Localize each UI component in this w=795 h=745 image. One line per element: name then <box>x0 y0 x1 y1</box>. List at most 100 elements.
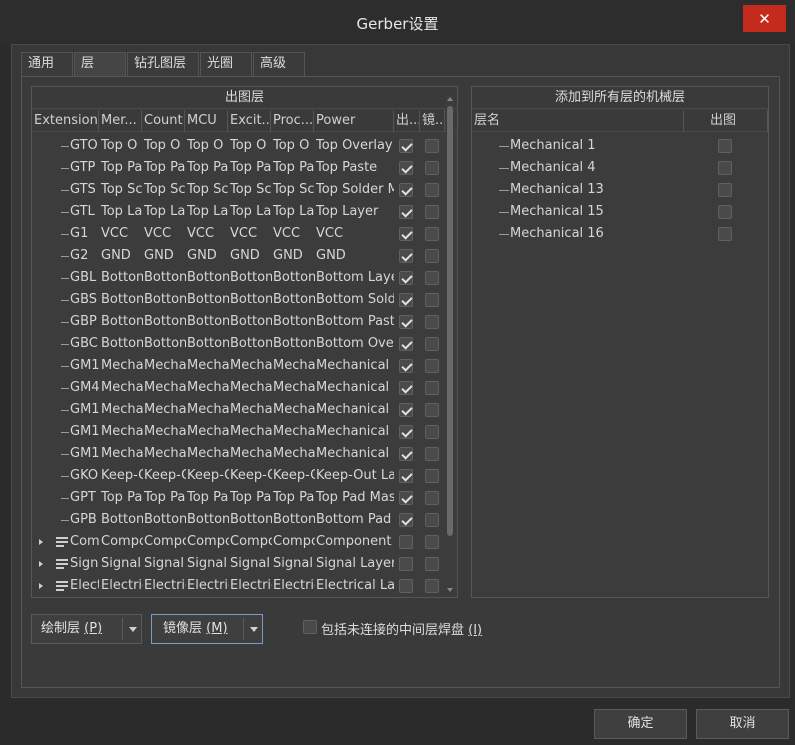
output-checkbox[interactable] <box>399 469 413 483</box>
output-checkbox[interactable] <box>399 381 413 395</box>
plot-checkbox[interactable] <box>718 183 732 197</box>
output-checkbox[interactable] <box>399 403 413 417</box>
tab-advanced[interactable]: 高级 <box>253 52 305 76</box>
mirror-checkbox[interactable] <box>425 249 439 263</box>
mirror-checkbox[interactable] <box>425 403 439 417</box>
mirror-checkbox[interactable] <box>425 425 439 439</box>
mirror-checkbox[interactable] <box>425 359 439 373</box>
mirror-checkbox[interactable] <box>425 205 439 219</box>
mirror-checkbox[interactable] <box>425 535 439 549</box>
col-plot[interactable]: 出图 <box>684 110 768 132</box>
expand-arrow-icon[interactable] <box>39 561 43 567</box>
output-checkbox[interactable] <box>399 579 413 593</box>
layer-row[interactable]: GTO Top O Top O Top O Top O Top O Top Overlay <box>32 135 445 157</box>
layer-row[interactable]: G2 GND GND GND GND GND GND <box>32 245 445 267</box>
plot-checkbox[interactable] <box>718 205 732 219</box>
layer-row[interactable]: GM1 Mecha Mecha Mecha Mecha Mecha Mechanical 1 <box>32 443 445 465</box>
mirror-checkbox[interactable] <box>425 579 439 593</box>
mirror-checkbox[interactable] <box>425 139 439 153</box>
plot-checkbox[interactable] <box>718 227 732 241</box>
mirror-checkbox[interactable] <box>425 513 439 527</box>
mirror-checkbox[interactable] <box>425 447 439 461</box>
output-checkbox[interactable] <box>399 227 413 241</box>
mirror-checkbox[interactable] <box>425 381 439 395</box>
layer-row[interactable]: GM1 Mecha Mecha Mecha Mecha Mecha Mechanical 1 <box>32 399 445 421</box>
col-power[interactable]: Power <box>314 110 394 132</box>
plot-checkbox[interactable] <box>718 139 732 153</box>
output-checkbox[interactable] <box>399 293 413 307</box>
include-unconnected-checkbox[interactable] <box>303 620 317 634</box>
col-merged[interactable]: Mer... <box>99 110 142 132</box>
col-layer-name[interactable]: 层名 <box>472 110 684 132</box>
layer-group-row[interactable]: Com Compo Compo Compo Compo Compo Component <box>32 531 445 553</box>
output-checkbox[interactable] <box>399 447 413 461</box>
tab-general[interactable]: 通用 <box>21 52 73 76</box>
layer-row[interactable]: GBL Botton Botton Botton Botton Botton Bottom … <box>32 267 445 289</box>
output-checkbox[interactable] <box>399 315 413 329</box>
output-checkbox[interactable] <box>399 139 413 153</box>
col-processor[interactable]: Proc... <box>271 110 314 132</box>
mechanical-layer-row[interactable]: Mechanical 1 <box>472 135 768 157</box>
mirror-checkbox[interactable] <box>425 161 439 175</box>
mirror-checkbox[interactable] <box>425 271 439 285</box>
col-output[interactable]: 出... <box>394 110 420 132</box>
scroll-thumb[interactable] <box>447 106 453 536</box>
mirror-checkbox[interactable] <box>425 315 439 329</box>
layer-row[interactable]: GM1 Mecha Mecha Mecha Mecha Mecha Mechanical 1 <box>32 355 445 377</box>
layer-row[interactable]: GBP Botton Botton Botton Botton Botton Bottom … <box>32 311 445 333</box>
include-unconnected-label[interactable]: 包括未连接的中间层焊盘 (I) <box>321 619 482 638</box>
layer-row[interactable]: GPB Botton Botton Botton Botton Botton Bottom … <box>32 509 445 531</box>
scroll-down-icon[interactable] <box>447 588 453 592</box>
layer-row[interactable]: GTP Top Pa Top Pa Top Pa Top Pa Top Pa Top Pas… <box>32 157 445 179</box>
layer-row[interactable]: GTL Top La Top La Top La Top La Top La Top Lay… <box>32 201 445 223</box>
layer-row[interactable]: GM1 Mecha Mecha Mecha Mecha Mecha Mechanical 1 <box>32 421 445 443</box>
layer-row[interactable]: GM4 Mecha Mecha Mecha Mecha Mecha Mechanical 4 <box>32 377 445 399</box>
layer-row[interactable]: GBS Botton Botton Botton Botton Botton Bottom … <box>32 289 445 311</box>
mirror-checkbox[interactable] <box>425 227 439 241</box>
scroll-up-icon[interactable] <box>447 97 453 101</box>
output-checkbox[interactable] <box>399 337 413 351</box>
col-excitation[interactable]: Excit... <box>228 110 271 132</box>
layer-group-row[interactable]: Sign Signal Signal Signal Signal Signal Signal… <box>32 553 445 575</box>
expand-arrow-icon[interactable] <box>39 539 43 545</box>
output-checkbox[interactable] <box>399 205 413 219</box>
col-mirror[interactable]: 镜... <box>420 110 445 132</box>
chevron-down-icon[interactable] <box>250 627 258 632</box>
plot-layers-button[interactable]: 绘制层 (P) <box>31 614 142 644</box>
expand-arrow-icon[interactable] <box>39 583 43 589</box>
close-button[interactable]: ✕ <box>743 5 786 32</box>
output-checkbox[interactable] <box>399 249 413 263</box>
col-extension[interactable]: Extension <box>32 110 99 132</box>
col-mcu[interactable]: MCU <box>185 110 228 132</box>
mirror-checkbox[interactable] <box>425 293 439 307</box>
mirror-checkbox[interactable] <box>425 337 439 351</box>
output-layers-scrollbar[interactable] <box>445 96 455 596</box>
output-checkbox[interactable] <box>399 271 413 285</box>
mechanical-layer-row[interactable]: Mechanical 4 <box>472 157 768 179</box>
cancel-button[interactable]: 取消 <box>696 709 789 739</box>
mechanical-layer-row[interactable]: Mechanical 15 <box>472 201 768 223</box>
plot-checkbox[interactable] <box>718 161 732 175</box>
mirror-checkbox[interactable] <box>425 469 439 483</box>
output-checkbox[interactable] <box>399 557 413 571</box>
tab-layers[interactable]: 层 <box>74 52 126 77</box>
layer-row[interactable]: GBC Botton Botton Botton Botton Botton Bottom … <box>32 333 445 355</box>
mirror-layers-button[interactable]: 镜像层 (M) <box>151 614 263 644</box>
output-checkbox[interactable] <box>399 491 413 505</box>
output-checkbox[interactable] <box>399 161 413 175</box>
output-checkbox[interactable] <box>399 513 413 527</box>
mirror-checkbox[interactable] <box>425 491 439 505</box>
layer-row[interactable]: GTS Top Sc Top Sc Top Sc Top Sc Top Sc Top Sol… <box>32 179 445 201</box>
mirror-checkbox[interactable] <box>425 183 439 197</box>
mechanical-layer-row[interactable]: Mechanical 16 <box>472 223 768 245</box>
output-checkbox[interactable] <box>399 183 413 197</box>
mechanical-layer-row[interactable]: Mechanical 13 <box>472 179 768 201</box>
output-checkbox[interactable] <box>399 535 413 549</box>
mirror-checkbox[interactable] <box>425 557 439 571</box>
output-checkbox[interactable] <box>399 359 413 373</box>
tab-apertures[interactable]: 光圈 <box>200 52 252 76</box>
output-checkbox[interactable] <box>399 425 413 439</box>
ok-button[interactable]: 确定 <box>594 709 687 739</box>
layer-row[interactable]: G1 VCC VCC VCC VCC VCC VCC <box>32 223 445 245</box>
layer-group-row[interactable]: ElectElectricElectricElectricElectricEle… <box>32 575 445 597</box>
